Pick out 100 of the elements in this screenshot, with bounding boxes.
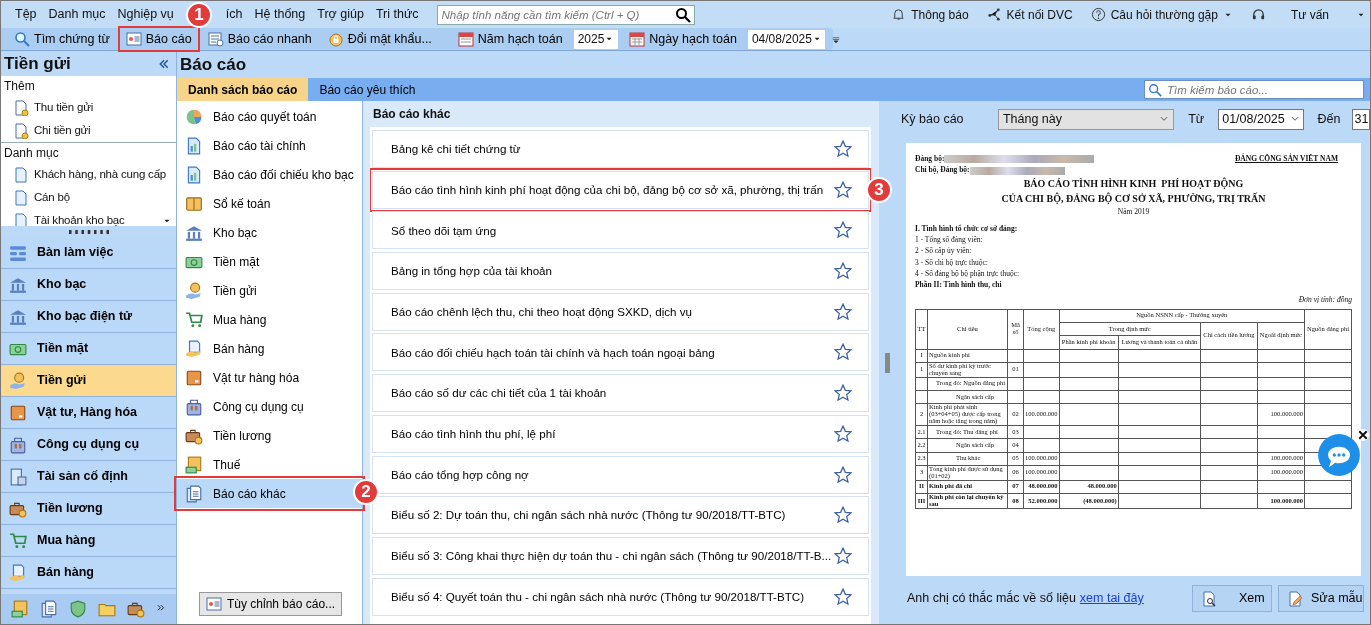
menu-item[interactable]: ích [219,5,249,24]
coin-hand-icon [185,281,203,300]
report-item[interactable]: Báo cáo chênh lệch thu, chi theo hoạt động SXKD, dịch vụ [372,292,869,331]
toolbar-button[interactable]: Năm hạch toán [452,28,568,50]
tab[interactable]: Báo cáo yêu thích [308,78,427,101]
top-link[interactable]: Thông báo [891,5,969,24]
report-item[interactable]: Sổ theo dõi tạm ứng [372,211,869,250]
briefcase-icon[interactable] [127,600,146,618]
toolbar-button[interactable]: Ngày hạch toán [624,28,742,50]
edit-icon [1287,590,1303,607]
top-link-label[interactable]: Tư vấn [1290,5,1329,24]
toolbar-button[interactable]: Tìm chứng từ [9,28,115,50]
search-field[interactable]: Nhập tính năng cần tìm kiếm (Ctrl + Q) [436,4,695,25]
category-item[interactable]: Sổ kế toán [177,189,362,218]
module-button[interactable]: Tiền gửi [1,365,176,397]
category-item[interactable]: Bán hàng [177,334,362,363]
star-icon[interactable] [834,343,852,362]
top-link[interactable]: Tư vấn [1250,5,1366,24]
footer-button[interactable]: Xem [1192,585,1272,612]
report-item[interactable]: Báo cáo đối chiếu hạch toán tài chính và hạch toán ngoại bảng [372,333,869,372]
dropdown-value: 04/08/2025 [751,31,812,48]
report-icon [206,596,222,612]
sidebar-link[interactable]: Tài khoản kho bạc [1,209,176,226]
report-item[interactable]: Báo cáo tình hình thu phí, lệ phí [372,414,869,453]
dropdown[interactable]: 04/08/2025 [747,29,825,49]
star-icon[interactable] [834,506,852,525]
tab[interactable]: Danh sách báo cáo [177,78,309,101]
star-icon[interactable] [834,302,852,321]
dropdown[interactable]: 2025 [573,29,619,49]
shield-icon[interactable] [68,600,87,618]
category-item[interactable]: Báo cáo khác [177,479,362,508]
category-item[interactable]: Tiền gửi [177,276,362,305]
star-icon[interactable] [834,262,852,281]
report-item[interactable]: Bảng in tổng hợp của tài khoản [372,252,869,291]
category-item[interactable]: Báo cáo tài chính [177,131,362,160]
sidebar-link[interactable]: Chi tiền gửi [1,119,176,142]
star-icon[interactable] [834,384,852,403]
top-link[interactable]: Kết nối DVC [986,5,1073,24]
footer-button[interactable]: Sửa mẫu [1278,585,1364,612]
sidebar-link[interactable]: Cán bộ [1,186,176,209]
star-icon[interactable] [834,221,852,240]
collapse-icon[interactable] [158,57,170,70]
category-item[interactable]: Công cụ dụng cụ [177,392,362,421]
help-link[interactable]: xem tai đây [1079,589,1144,608]
category-item[interactable]: Mua hàng [177,305,362,334]
chart-document-icon [185,165,203,184]
toolbar-button[interactable]: Báo cáo [120,28,197,50]
preview-icon [1201,590,1217,607]
category-item[interactable]: Thuế [177,450,362,479]
category-item[interactable]: Vật tư hàng hóa [177,363,362,392]
date-field[interactable]: 01/08/2025 [1218,108,1304,130]
category-item[interactable]: Báo cáo đối chiếu kho bạc [177,160,362,189]
menu-item[interactable]: Nghiệp vụ [111,5,180,24]
star-icon[interactable] [834,180,852,199]
menu-item[interactable]: Danh mục [42,5,112,24]
report-item[interactable]: Báo cáo tình hình kinh phí hoạt động của chi bộ, đảng bộ cơ sở xã, phường, thị trấn [372,170,869,209]
nodes-icon [986,7,1002,22]
section-heading: Thêm [3,78,36,95]
splitter-handle-icon[interactable] [884,352,890,373]
report-item[interactable]: Biểu số 4: Quyết toán thu - chi ngân sách nhà nước (Thông tư 90/2018/TT-BTC) [372,577,869,616]
star-icon[interactable] [834,424,852,443]
document-icon [13,99,29,116]
star-icon[interactable] [834,465,852,484]
bell-icon [891,7,907,22]
sidebar-link[interactable]: Khách hàng, nhà cung cấp [1,163,176,186]
star-icon[interactable] [834,546,852,565]
category-item[interactable]: Báo cáo quyết toán [177,102,362,131]
document-icon [13,122,29,139]
category-item[interactable]: Kho bạc [177,218,362,247]
report-icon [207,31,224,47]
category-item[interactable]: Tiền mặt [177,247,362,276]
star-icon[interactable] [834,140,852,158]
top-link-label[interactable]: Kết nối DVC [1006,5,1073,24]
toolbar-button[interactable]: Đổi mật khẩu... [322,28,437,50]
menu-item[interactable]: Hệ thống [248,5,312,24]
pie-chart-icon [185,107,203,126]
report-item[interactable]: Biểu số 2: Dự toán thu, chi ngân sách nhà nước (Thông tư 90/2018/TT-BTC) [372,496,869,535]
top-link-label[interactable]: Câu hỏi thường gặp [1110,5,1218,24]
report-item[interactable]: Bảng kê chi tiết chứng từ [372,130,869,168]
list-icon [9,243,27,262]
date-field[interactable]: 31 [1352,108,1370,130]
customize-button[interactable]: Tùy chỉnh báo cáo... [199,592,343,616]
document-title: CỦA CHI BỘ, ĐẢNG BỘ CƠ SỞ XÃ, PHƯỜNG, TRỊ TRẤN [1000,191,1267,206]
toolbar-button[interactable]: Báo cáo nhanh [202,28,317,50]
menu-item[interactable]: Tri thức [369,5,425,24]
report-item[interactable]: Báo cáo số dư các chi tiết của 1 tài khoản [372,374,869,413]
calendar-icon [629,31,646,47]
star-icon[interactable] [834,587,852,606]
period-dropdown[interactable]: Tháng này [997,108,1175,130]
search-field[interactable]: Tìm kiếm báo cáo... [1144,80,1364,99]
documents-icon[interactable] [39,600,58,618]
menu-item[interactable]: Trợ giúp [311,5,370,24]
document-icon [13,166,29,183]
report-item[interactable]: Báo cáo tổng hợp công nợ [372,455,869,494]
report-item[interactable]: Biểu số 3: Công khai thực hiện dự toán thu - chi ngân sách (Thông tư 90/2018/TT-B... [372,536,869,575]
sidebar-link[interactable]: Thu tiền gửi [1,96,176,119]
category-item[interactable]: Tiền lương [177,421,362,450]
top-link[interactable]: Câu hỏi thường gặp [1090,5,1233,24]
menu-item[interactable]: Tệp [9,5,43,24]
top-link-label[interactable]: Thông báo [911,5,969,24]
